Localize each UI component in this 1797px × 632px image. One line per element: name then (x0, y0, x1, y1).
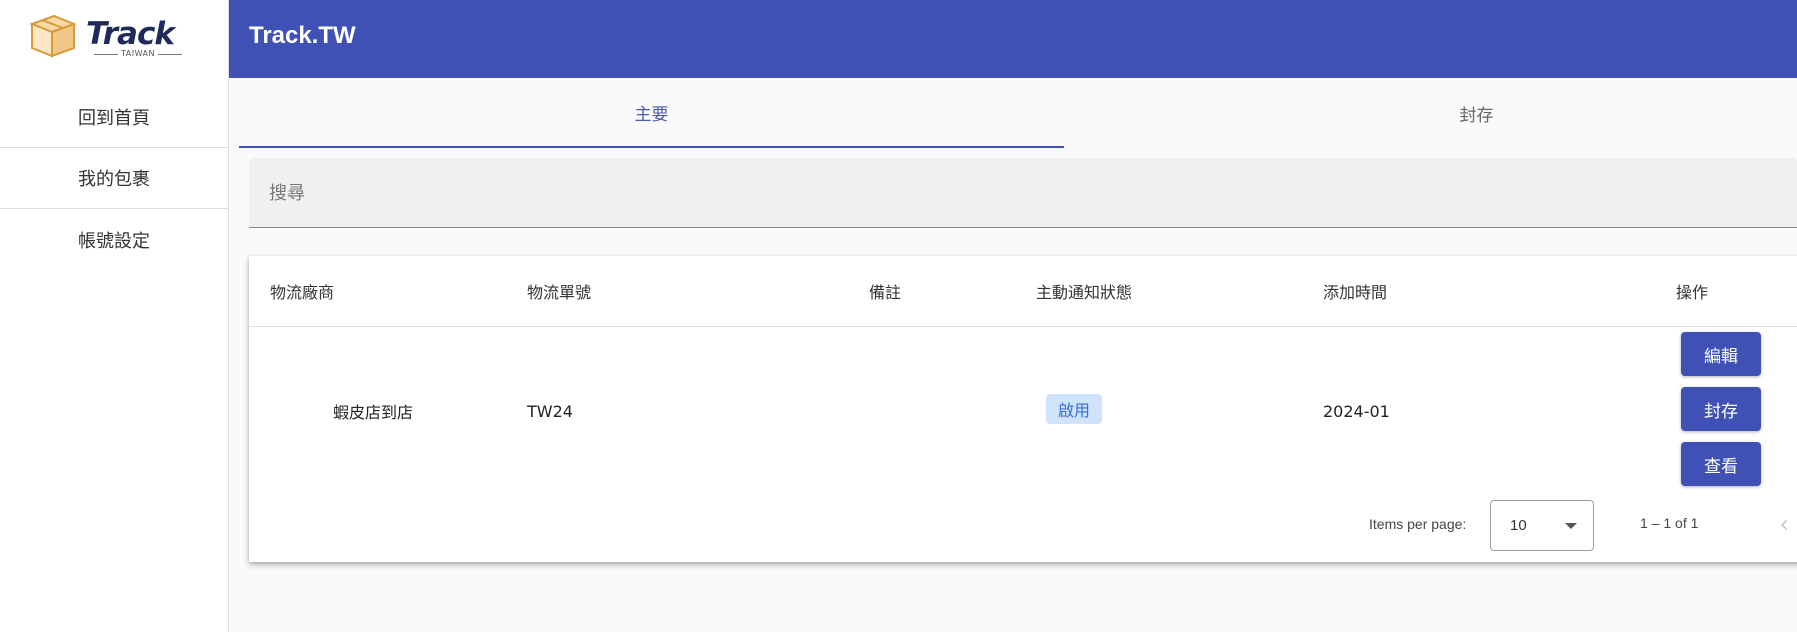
column-header-actions: 操作 (1676, 283, 1709, 302)
sidebar-item-label: 回到首頁 (78, 108, 150, 129)
edit-button[interactable]: 編輯 (1681, 332, 1761, 376)
logo-wordmark: Track (86, 16, 175, 52)
cell-added-time: 2024-01 (1323, 401, 1390, 421)
column-header-note[interactable]: 備註 (869, 256, 901, 326)
logo[interactable]: Track TAIWAN (28, 14, 188, 64)
previous-page-button[interactable]: ‹ (1769, 506, 1797, 542)
packages-table: 物流廠商 物流單號 備註 主動通知狀態 添加時間 操作 蝦皮店到店 TW24 啟… (249, 256, 1797, 562)
page-size-select[interactable]: 10 (1490, 500, 1594, 551)
column-header-notify-status[interactable]: 主動通知狀態 (1036, 256, 1132, 326)
archive-button[interactable]: 封存 (1681, 387, 1761, 431)
tab-label: 主要 (634, 104, 669, 125)
cell-carrier: 蝦皮店到店 (333, 403, 414, 422)
app-header: Track.TW (229, 0, 1797, 78)
sidebar-item-label: 我的包裹 (78, 169, 150, 190)
sidebar-item-home[interactable]: 回到首頁 (0, 87, 228, 148)
tab-label: 封存 (1459, 105, 1494, 126)
status-badge: 啟用 (1046, 394, 1102, 424)
items-per-page-label: Items per page: (1369, 516, 1467, 532)
tab-archive[interactable]: 封存 (1064, 78, 1797, 148)
logo-subtitle: TAIWAN (92, 49, 184, 58)
chevron-down-icon (1565, 523, 1577, 529)
page-size-value: 10 (1510, 517, 1527, 534)
header-divider (249, 326, 1797, 327)
sidebar: Track TAIWAN 回到首頁 我的包裹 帳號設定 (0, 0, 229, 632)
sidebar-item-account-settings[interactable]: 帳號設定 (0, 209, 228, 270)
column-header-added-time[interactable]: 添加時間 (1323, 256, 1387, 326)
chevron-left-icon: ‹ (1779, 510, 1789, 538)
sidebar-item-my-packages[interactable]: 我的包裹 (0, 148, 228, 209)
search-field[interactable] (249, 158, 1797, 228)
page-range-label: 1 – 1 of 1 (1640, 515, 1699, 531)
tab-main[interactable]: 主要 (239, 78, 1064, 148)
column-header-carrier[interactable]: 物流廠商 (270, 256, 334, 326)
column-header-tracking-number[interactable]: 物流單號 (527, 256, 591, 326)
cell-tracking-number: TW24 (527, 401, 573, 421)
view-button[interactable]: 查看 (1681, 442, 1761, 486)
search-input[interactable] (269, 178, 1669, 208)
sidebar-item-label: 帳號設定 (78, 230, 150, 252)
app-title: Track.TW (249, 22, 356, 49)
package-box-icon (29, 14, 76, 58)
